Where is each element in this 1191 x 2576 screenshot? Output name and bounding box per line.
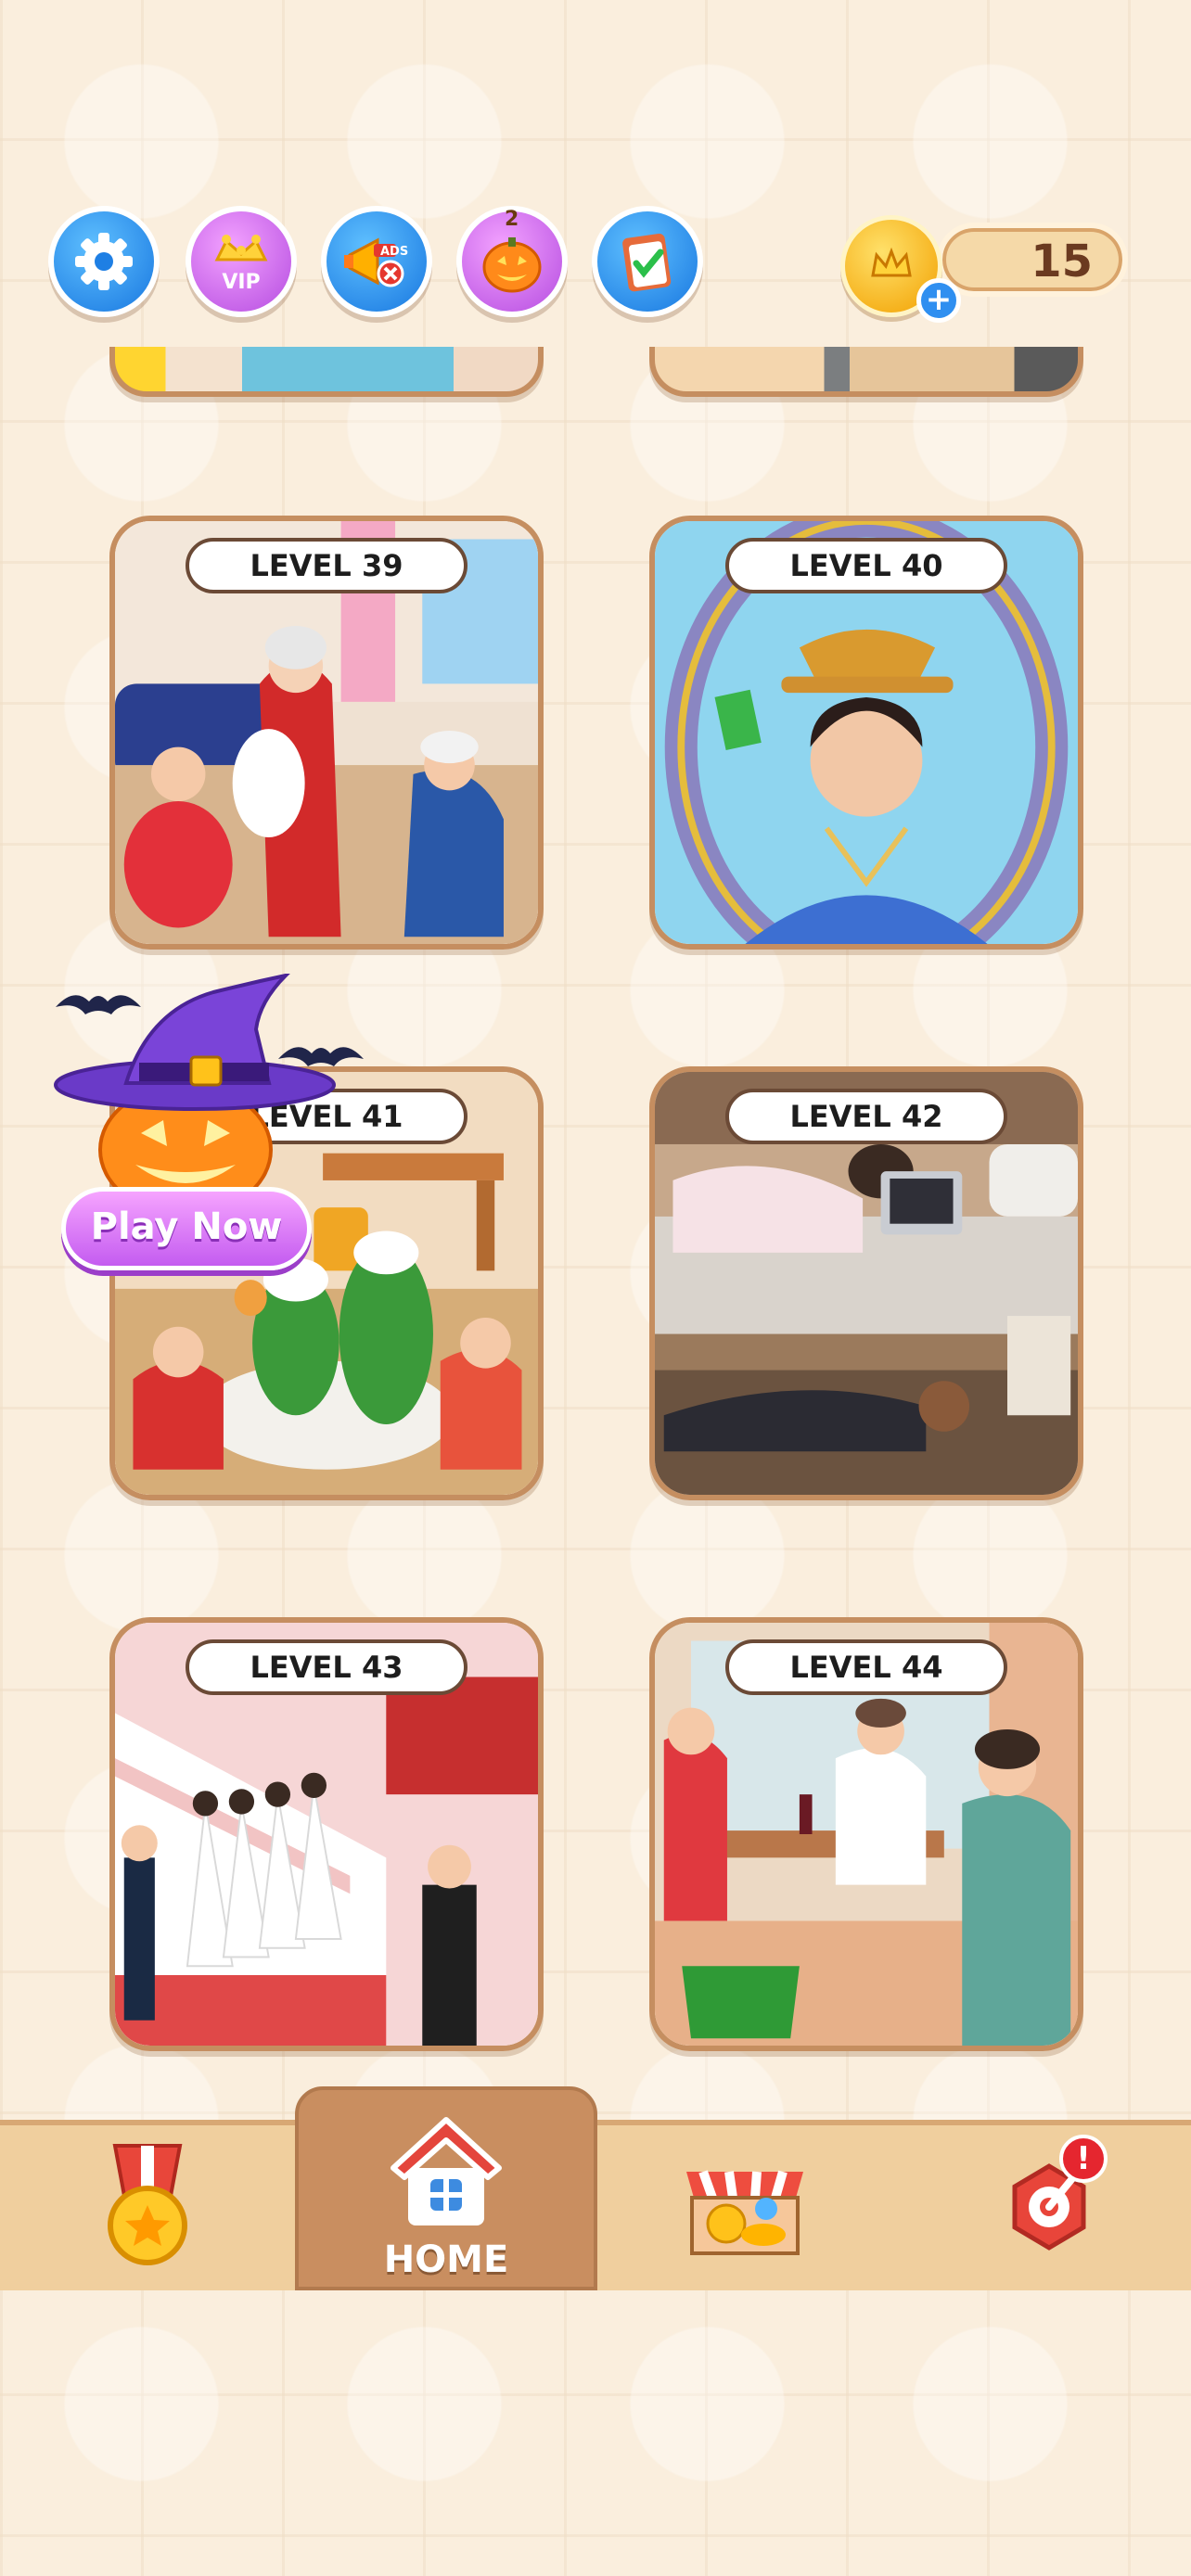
medal-icon xyxy=(108,2144,187,2265)
halloween-event-button[interactable]: 2 xyxy=(456,206,568,317)
level-card-40[interactable]: LEVEL 40 xyxy=(649,516,1083,950)
level-card-43[interactable]: LEVEL 43 xyxy=(109,1617,544,2051)
play-now-button[interactable]: Play Now xyxy=(61,1187,312,1270)
witch-hat-pumpkin-icon xyxy=(54,974,364,1205)
spin-alert-badge: ! xyxy=(1059,2135,1108,2183)
house-icon xyxy=(391,2117,502,2225)
nav-achievements[interactable] xyxy=(78,2133,217,2272)
level-label: LEVEL 39 xyxy=(186,538,467,593)
settings-button[interactable] xyxy=(48,206,160,317)
vip-label: VIP xyxy=(222,271,261,294)
home-label: HOME xyxy=(383,2238,509,2281)
nav-home[interactable]: HOME xyxy=(295,2086,597,2290)
vip-button[interactable]: VIP xyxy=(186,206,297,317)
shop-icon xyxy=(686,2170,803,2255)
level-label: LEVEL 42 xyxy=(725,1089,1007,1144)
ads-label: ADS xyxy=(380,245,409,259)
add-coins-button[interactable]: + xyxy=(916,278,961,323)
level-label: LEVEL 40 xyxy=(725,538,1007,593)
nav-shop[interactable] xyxy=(675,2133,814,2272)
level-card-44[interactable]: LEVEL 44 xyxy=(649,1617,1083,2051)
coin-balance: 15 xyxy=(937,223,1128,297)
clipboard-check-icon xyxy=(622,233,672,292)
plus-icon: + xyxy=(925,281,953,318)
level-card-partial-right[interactable] xyxy=(649,347,1083,397)
coin-count: 15 xyxy=(1031,236,1093,287)
remove-ads-button[interactable]: ADS xyxy=(321,206,432,317)
level-card-partial-left[interactable] xyxy=(109,347,544,397)
megaphone-no-ads-icon xyxy=(344,237,404,287)
level-label: LEVEL 43 xyxy=(186,1639,467,1695)
level-card-42[interactable]: LEVEL 42 xyxy=(649,1066,1083,1500)
nav-spin[interactable]: ! xyxy=(980,2133,1119,2272)
halloween-promo[interactable]: Play Now xyxy=(37,974,371,1280)
jack-o-lantern-icon xyxy=(482,237,542,293)
level-label: LEVEL 44 xyxy=(725,1639,1007,1695)
event-badge: 2 xyxy=(505,208,519,231)
level-card-39[interactable]: LEVEL 39 xyxy=(109,516,544,950)
tasks-button[interactable] xyxy=(592,206,703,317)
gear-icon xyxy=(75,233,133,290)
